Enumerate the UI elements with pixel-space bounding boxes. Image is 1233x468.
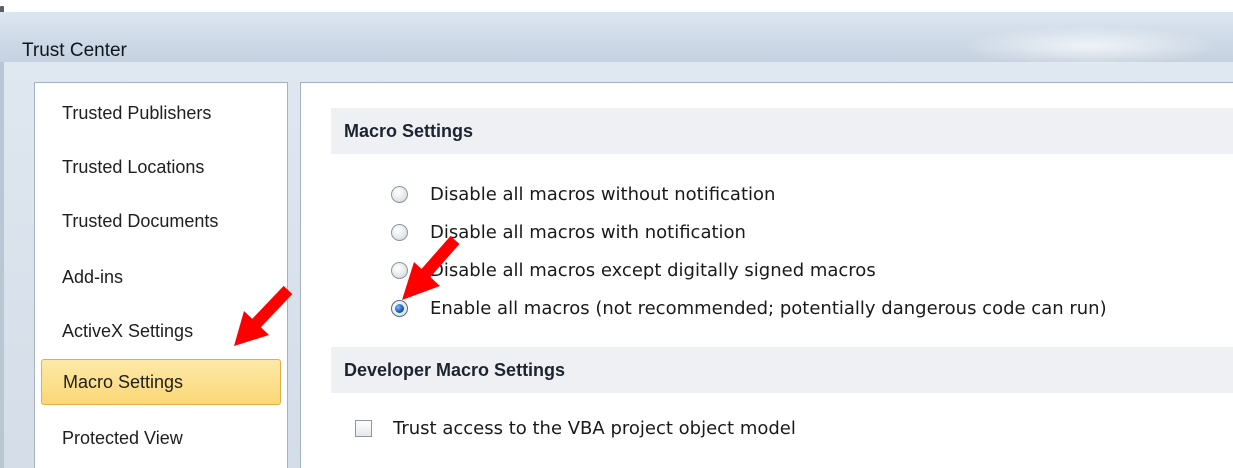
top-strip (0, 0, 1233, 12)
radio-option-enable-all[interactable]: Enable all macros (not recommended; pote… (391, 293, 1107, 323)
nav-item-trusted-publishers[interactable]: Trusted Publishers (41, 91, 281, 137)
nav-item-macro-settings[interactable]: Macro Settings (41, 359, 281, 405)
radio-button[interactable] (391, 261, 408, 279)
nav-item-protected-view[interactable]: Protected View (41, 416, 281, 462)
radio-option-disable-no-notification[interactable]: Disable all macros without notification (391, 179, 775, 209)
radio-option-disable-except-signed[interactable]: Disable all macros except digitally sign… (391, 255, 876, 285)
nav-item-trusted-locations[interactable]: Trusted Locations (41, 145, 281, 191)
title-bar-glow (960, 26, 1220, 66)
trust-vba-label: Trust access to the VBA project object m… (393, 417, 796, 439)
nav-item-trusted-documents[interactable]: Trusted Documents (41, 199, 281, 245)
macro-settings-header: Macro Settings (331, 108, 1233, 154)
nav-item-activex-settings[interactable]: ActiveX Settings (41, 309, 281, 355)
radio-option-label: Disable all macros except digitally sign… (430, 259, 876, 281)
trust-center-window: Trust Center Trusted Publishers Trusted … (0, 0, 1233, 468)
content-panel: Macro Settings Disable all macros withou… (300, 82, 1233, 468)
radio-button-checked[interactable] (391, 299, 408, 317)
radio-button[interactable] (391, 223, 408, 241)
nav-panel: Trusted Publishers Trusted Locations Tru… (34, 82, 288, 468)
radio-option-label: Disable all macros without notification (430, 183, 776, 205)
nav-item-add-ins[interactable]: Add-ins (41, 255, 281, 301)
trust-vba-checkbox[interactable] (355, 419, 372, 437)
window-title: Trust Center (22, 40, 127, 61)
radio-button[interactable] (391, 185, 408, 203)
radio-option-label: Enable all macros (not recommended; pote… (430, 297, 1107, 319)
radio-option-label: Disable all macros with notification (430, 221, 746, 243)
radio-option-disable-with-notification[interactable]: Disable all macros with notification (391, 217, 746, 247)
title-bar[interactable]: Trust Center (0, 12, 1233, 66)
left-frame-edge (0, 62, 4, 468)
developer-macro-settings-header: Developer Macro Settings (331, 347, 1233, 393)
trust-vba-checkbox-row[interactable]: Trust access to the VBA project object m… (355, 413, 796, 443)
